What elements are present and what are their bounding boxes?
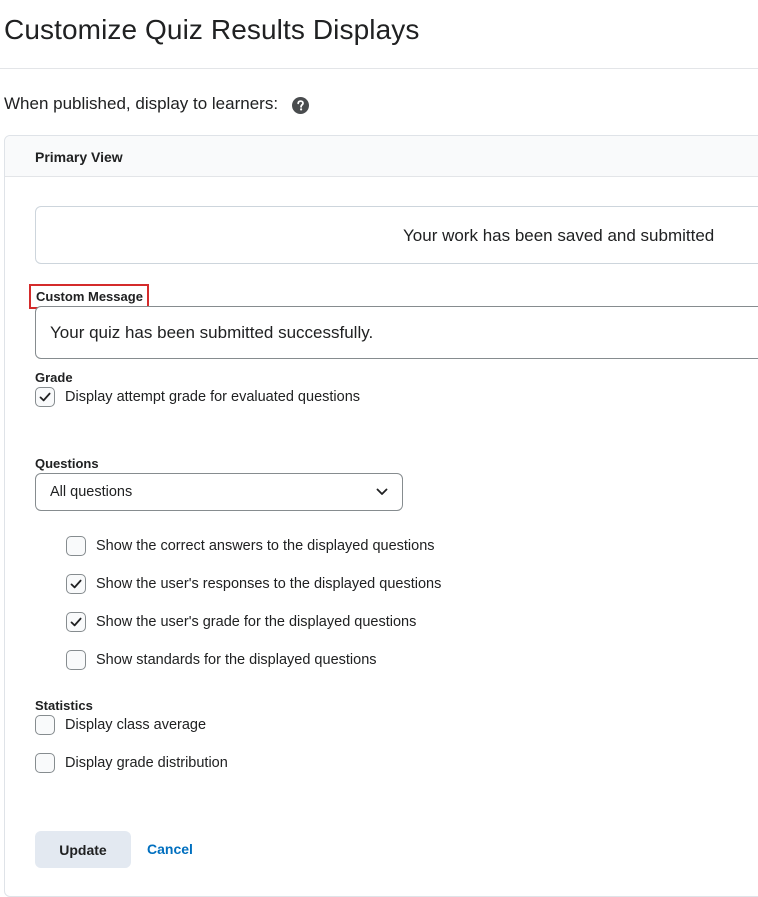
checkbox[interactable] — [66, 650, 86, 670]
question-option-user-grade[interactable]: Show the user's grade for the displayed … — [66, 612, 416, 632]
page-title: Customize Quiz Results Displays — [4, 14, 420, 45]
checkbox[interactable] — [66, 536, 86, 556]
custom-message-value: Your quiz has been submitted successfull… — [50, 323, 374, 342]
title-divider — [0, 68, 758, 69]
question-option-correct-answers[interactable]: Show the correct answers to the displaye… — [66, 536, 435, 556]
statistics-option-class-average[interactable]: Display class average — [35, 715, 206, 735]
checkbox-label: Show standards for the displayed questio… — [96, 652, 377, 668]
checkbox-label: Display grade distribution — [65, 755, 228, 771]
checkbox[interactable] — [66, 612, 86, 632]
grade-option-attempt[interactable]: Display attempt grade for evaluated ques… — [35, 387, 360, 407]
grade-section-label: Grade — [35, 370, 73, 385]
statistics-option-grade-distribution[interactable]: Display grade distribution — [35, 753, 228, 773]
checkbox[interactable] — [35, 715, 55, 735]
checkmark-icon — [70, 617, 82, 627]
cancel-link[interactable]: Cancel — [147, 841, 193, 857]
checkbox-label: Show the correct answers to the displaye… — [96, 538, 435, 554]
message-preview-box: Your work has been saved and submitted — [35, 206, 758, 264]
publish-row: When published, display to learners: — [4, 94, 310, 114]
publish-label: When published, display to learners: — [4, 94, 279, 113]
checkmark-icon — [39, 392, 51, 402]
question-option-user-responses[interactable]: Show the user's responses to the display… — [66, 574, 441, 594]
question-option-standards[interactable]: Show standards for the displayed questio… — [66, 650, 377, 670]
checkbox[interactable] — [66, 574, 86, 594]
checkbox[interactable] — [35, 387, 55, 407]
preview-message: Your work has been saved and submitted — [403, 226, 715, 245]
custom-message-label-text: Custom Message — [36, 289, 143, 304]
questions-select-value: All questions — [50, 484, 133, 500]
panel-header: Primary View — [5, 136, 758, 177]
panel-header-label: Primary View — [35, 149, 123, 165]
checkbox[interactable] — [35, 753, 55, 773]
question-circle-icon[interactable] — [292, 96, 310, 114]
questions-select[interactable]: All questions — [35, 473, 403, 511]
checkmark-icon — [70, 579, 82, 589]
checkbox-label: Display attempt grade for evaluated ques… — [65, 389, 361, 405]
statistics-section-label: Statistics — [35, 698, 93, 713]
chevron-down-icon — [376, 488, 388, 495]
checkbox-label: Show the user's responses to the display… — [96, 576, 442, 592]
checkbox-label: Display class average — [65, 717, 207, 733]
update-button[interactable]: Update — [35, 831, 131, 868]
checkbox-label: Show the user's grade for the displayed … — [96, 614, 417, 630]
questions-section-label: Questions — [35, 456, 99, 471]
custom-message-input[interactable]: Your quiz has been submitted successfull… — [35, 306, 758, 359]
